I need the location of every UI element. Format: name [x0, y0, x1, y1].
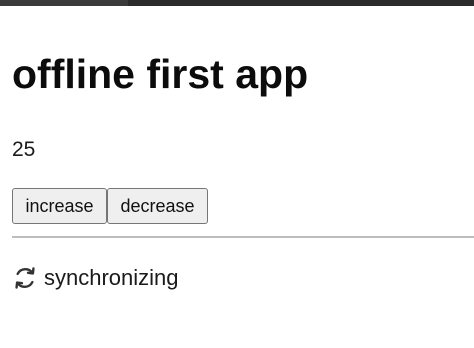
sync-status: synchronizing	[12, 264, 179, 292]
page-title: offline first app	[12, 51, 309, 97]
window-top-bar	[0, 0, 474, 6]
counter-value: 25	[12, 138, 36, 161]
sync-icon	[12, 265, 38, 291]
sync-status-text: synchronizing	[44, 265, 179, 290]
counter-controls: increase decrease	[12, 188, 208, 224]
increase-button[interactable]: increase	[12, 188, 107, 224]
window-top-bar-segment	[0, 0, 128, 6]
divider	[12, 236, 474, 238]
decrease-button[interactable]: decrease	[107, 188, 208, 224]
